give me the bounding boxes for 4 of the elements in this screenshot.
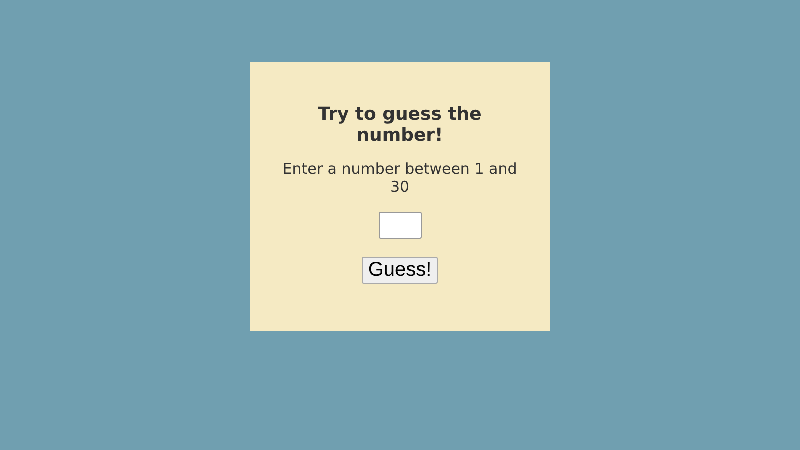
guess-button[interactable]: Guess! bbox=[362, 257, 438, 284]
title: Try to guess the number! bbox=[317, 104, 483, 146]
guess-input-field[interactable] bbox=[378, 212, 422, 239]
instruction-text: Enter a number between 1 and 30 bbox=[282, 160, 518, 196]
